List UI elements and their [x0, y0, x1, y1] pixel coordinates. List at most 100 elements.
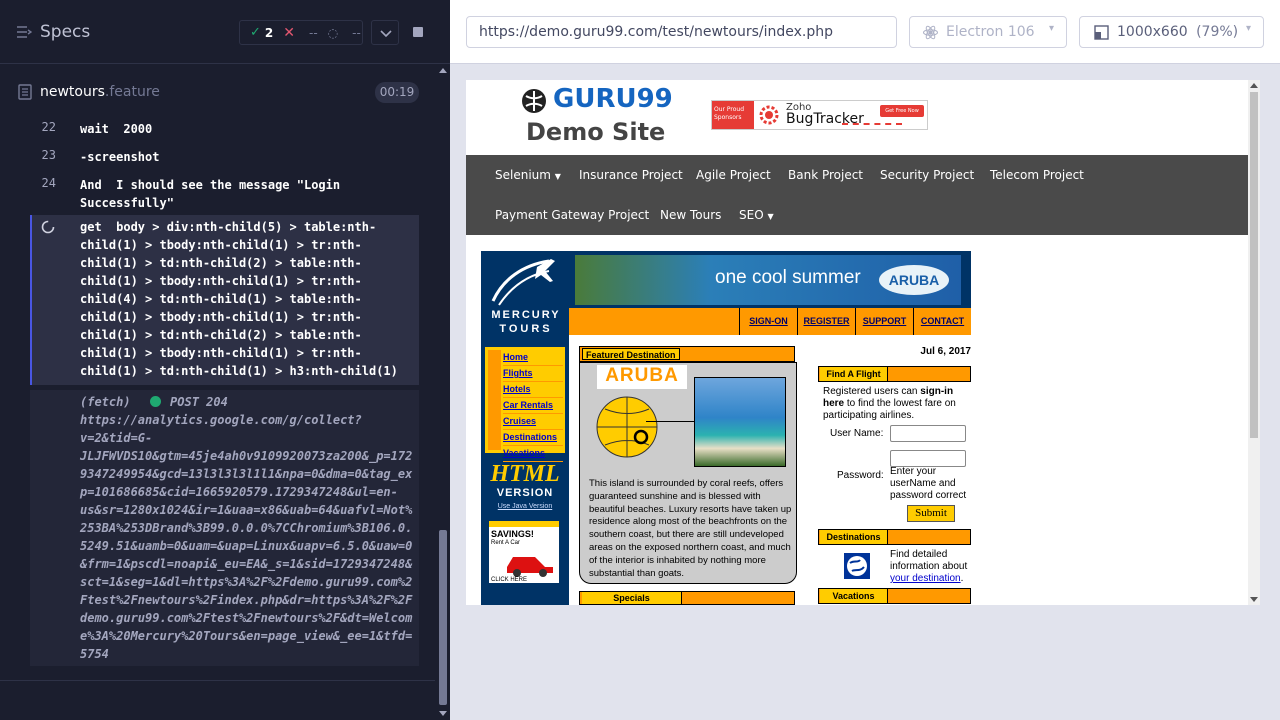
- pending-count: ◌ --: [327, 25, 361, 40]
- destinations-title: Destinations: [820, 530, 888, 544]
- ad-decoration: [842, 123, 902, 125]
- check-icon: ✓: [250, 25, 261, 40]
- top-nav-link[interactable]: CONTACT: [913, 308, 971, 335]
- nav-new-tours[interactable]: New Tours: [660, 208, 721, 222]
- line-number: 24: [41, 176, 56, 190]
- nav-payment-gateway[interactable]: Payment Gateway Project: [495, 208, 649, 222]
- mercury-text: MERCURY: [491, 309, 561, 321]
- vacations-header: Vacations: [818, 588, 971, 604]
- top-nav-link[interactable]: REGISTER: [797, 308, 855, 335]
- nav-telecom-project[interactable]: Telecom Project: [990, 168, 1084, 182]
- side-link[interactable]: Vacations: [503, 446, 563, 462]
- find-flight-title: Find A Flight: [820, 367, 888, 381]
- failed-count: ✕ --: [283, 24, 318, 41]
- side-link[interactable]: Car Rentals: [503, 398, 563, 414]
- pointer-line: [646, 421, 696, 422]
- spinner-icon: [41, 220, 55, 234]
- mercury-tours-page: MERCURY TOURS Home Flights Hotels Car Renta…: [481, 251, 971, 605]
- command-line-23[interactable]: 23 -screenshot: [30, 148, 419, 166]
- bug-icon: [759, 105, 779, 125]
- get-command-text: get body > div:nth-child(5) > table:nth-…: [80, 220, 398, 378]
- duration-badge: 00:19: [375, 82, 419, 103]
- url-bar[interactable]: https://demo.guru99.com/test/newtours/in…: [466, 16, 897, 48]
- side-link[interactable]: Destinations: [503, 430, 563, 446]
- nav-insurance-project[interactable]: Insurance Project: [579, 168, 683, 182]
- test-stats: ✓ 2 ✕ -- ◌ --: [239, 20, 363, 45]
- guru99-logo[interactable]: GURU99 Demo Site: [521, 84, 673, 148]
- side-link[interactable]: Home: [503, 350, 563, 366]
- line-number: 22: [41, 120, 56, 134]
- top-nav: SIGN-ON REGISTER SUPPORT CONTACT: [569, 308, 971, 335]
- caret-down-icon: ▼: [554, 172, 561, 181]
- sponsor-ad[interactable]: Our Proud Sponsors Zoho BugTracker Get F…: [711, 100, 928, 130]
- status-dot-icon: [149, 396, 161, 407]
- spec-file-name: newtours.feature: [40, 84, 160, 100]
- nav-agile-project[interactable]: Agile Project: [696, 168, 771, 182]
- banner-text: one cool summer: [715, 267, 861, 288]
- nav-bank-project[interactable]: Bank Project: [788, 168, 863, 182]
- password-label: Password:: [837, 470, 884, 481]
- nav-seo[interactable]: SEO ▼: [739, 208, 774, 222]
- date-label: Jul 6, 2017: [920, 346, 971, 357]
- featured-description: This island is surrounded by coral reefs…: [589, 478, 792, 579]
- top-nav-link[interactable]: SIGN-ON: [739, 308, 797, 335]
- command-line-24[interactable]: 24 And I should see the message "Login S…: [30, 176, 419, 212]
- specs-label[interactable]: Specs: [40, 22, 90, 42]
- spec-file-header[interactable]: newtours.feature 00:19: [0, 76, 435, 108]
- chevron-down-icon: ▾: [1245, 23, 1251, 34]
- destinations-header: Destinations: [818, 529, 971, 545]
- command-text: And I should see the message "Login Succ…: [80, 178, 341, 210]
- command-log: 22 wait 2000 23 -screenshot 24 And I sho…: [0, 120, 435, 680]
- specials-title: Specials: [582, 592, 682, 604]
- username-label: User Name:: [830, 428, 884, 439]
- featured-title: Featured Destination: [582, 348, 680, 360]
- log-scroll-thumb[interactable]: [439, 530, 447, 705]
- nav-security-project[interactable]: Security Project: [880, 168, 974, 182]
- vacations-title: Vacations: [820, 589, 888, 603]
- car-icon: [507, 557, 553, 577]
- find-flight-text: Registered users can sign-in here to fin…: [823, 386, 956, 421]
- command-line-22[interactable]: 22 wait 2000: [30, 120, 419, 138]
- chevron-down-button[interactable]: [371, 20, 399, 45]
- fetch-label: (fetch): [80, 395, 131, 409]
- zoom-level: (79%): [1196, 24, 1239, 40]
- nav-selenium[interactable]: Selenium ▼: [495, 168, 561, 182]
- fetch-url: https://analytics.google.com/g/collect? …: [80, 413, 413, 661]
- ad-cta-button[interactable]: Get Free Now: [880, 105, 924, 117]
- aruba-logo: ARUBA: [879, 265, 949, 295]
- electron-icon: [923, 25, 938, 40]
- specs-menu-icon[interactable]: [16, 25, 32, 39]
- car-rental-ad[interactable]: SAVINGS! Rent A Car CLICK HERE: [489, 521, 559, 583]
- scroll-up-icon[interactable]: [439, 68, 447, 73]
- side-nav: Home Flights Hotels Car Rentals Cruises Desti…: [485, 347, 565, 462]
- click-here-label: CLICK HERE: [491, 577, 528, 583]
- destination-link[interactable]: your destination: [890, 573, 961, 584]
- side-link[interactable]: Flights: [503, 366, 563, 382]
- browser-selector[interactable]: Electron 106 ▾: [909, 16, 1067, 48]
- divider: [0, 680, 435, 681]
- scroll-down-icon[interactable]: [1250, 597, 1258, 602]
- password-input[interactable]: [890, 450, 966, 467]
- java-version-link[interactable]: Use Java Version: [487, 503, 563, 510]
- stop-icon: [413, 27, 423, 37]
- stop-button[interactable]: [404, 20, 432, 45]
- specials-header: Specials: [579, 591, 795, 605]
- submit-button[interactable]: Submit: [907, 505, 955, 522]
- browser-name: Electron 106: [946, 24, 1035, 40]
- username-input[interactable]: [890, 425, 966, 442]
- caret-down-icon: ▼: [767, 212, 774, 221]
- fetch-log-entry[interactable]: (fetch) POST 204 https://analytics.googl…: [30, 390, 419, 666]
- side-link[interactable]: Hotels: [503, 382, 563, 398]
- get-command-active[interactable]: get body > div:nth-child(5) > table:nth-…: [30, 215, 419, 385]
- scroll-up-icon[interactable]: [1250, 83, 1258, 88]
- top-nav-link[interactable]: SUPPORT: [855, 308, 913, 335]
- side-link[interactable]: Cruises: [503, 414, 563, 430]
- page-scroll-thumb[interactable]: [1250, 92, 1258, 438]
- scroll-down-icon[interactable]: [439, 711, 447, 716]
- viewport-selector[interactable]: 1000x660 (79%) ▾: [1079, 16, 1264, 48]
- featured-header: Featured Destination: [579, 346, 795, 362]
- globe-icon: [596, 396, 658, 458]
- summer-banner[interactable]: one cool summer ARUBA: [575, 255, 961, 305]
- chevron-down-icon: ▾: [1048, 23, 1054, 34]
- featured-name: ARUBA: [597, 365, 687, 389]
